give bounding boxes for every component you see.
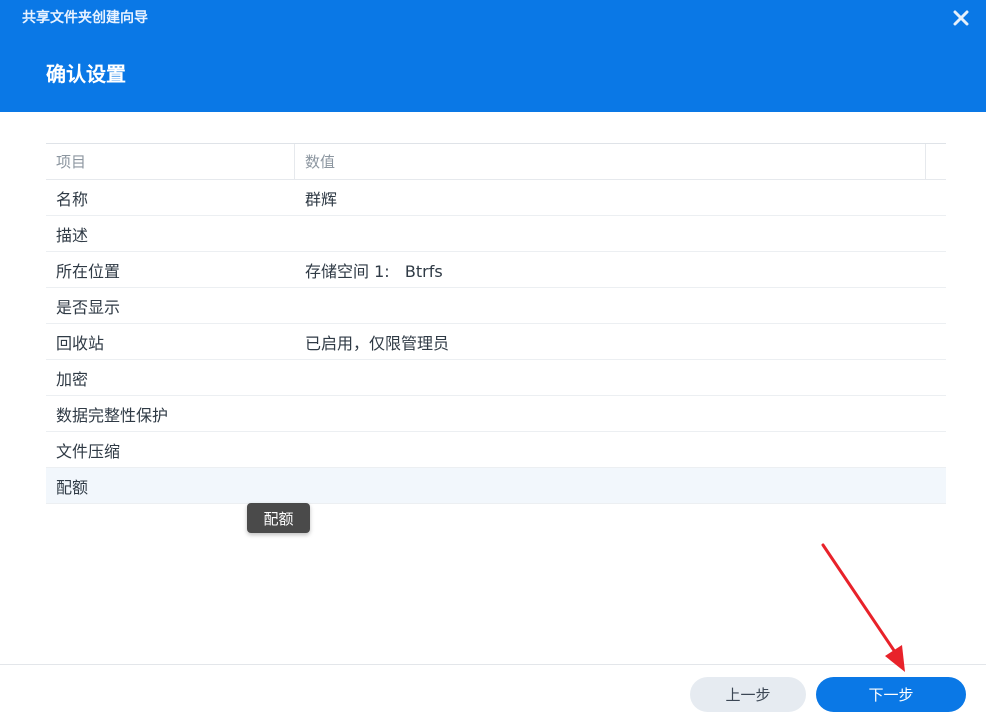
close-button[interactable] bbox=[948, 5, 974, 31]
row-value: 存储空间 1: Btrfs bbox=[305, 261, 443, 281]
column-header-spacer bbox=[926, 144, 946, 179]
row-key: 所在位置 bbox=[56, 261, 121, 281]
row-key: 配额 bbox=[56, 477, 89, 497]
next-button[interactable]: 下一步 bbox=[816, 677, 966, 712]
row-key: 回收站 bbox=[56, 333, 105, 353]
row-key: 文件压缩 bbox=[56, 441, 121, 461]
row-key: 名称 bbox=[56, 189, 89, 209]
row-key: 加密 bbox=[56, 369, 89, 389]
column-header-value[interactable]: 数值 bbox=[295, 144, 926, 179]
previous-button[interactable]: 上一步 bbox=[690, 677, 806, 712]
settings-grid: 项目 数值 名称 群辉 描述 所在位置 存储空间 1: Btrfs 是否显示 回… bbox=[46, 143, 946, 504]
table-row[interactable]: 回收站 已启用，仅限管理员 bbox=[46, 324, 946, 360]
table-row[interactable]: 是否显示 bbox=[46, 288, 946, 324]
row-key: 描述 bbox=[56, 225, 89, 245]
row-value bbox=[295, 360, 926, 395]
table-row[interactable]: 配额 bbox=[46, 468, 946, 504]
row-value bbox=[295, 288, 926, 323]
table-row[interactable]: 名称 群辉 bbox=[46, 180, 946, 216]
row-value: 群辉 bbox=[305, 189, 338, 209]
row-key: 是否显示 bbox=[56, 297, 121, 317]
row-value bbox=[295, 216, 926, 251]
table-row[interactable]: 描述 bbox=[46, 216, 946, 252]
table-row[interactable]: 所在位置 存储空间 1: Btrfs bbox=[46, 252, 946, 288]
annotation-arrow-shaft bbox=[821, 543, 897, 654]
footer-divider bbox=[0, 664, 986, 665]
table-row[interactable]: 加密 bbox=[46, 360, 946, 396]
window-title: 共享文件夹创建向导 bbox=[22, 10, 148, 26]
row-value bbox=[295, 396, 926, 431]
quota-tooltip: 配额 bbox=[247, 503, 310, 533]
table-row[interactable]: 文件压缩 bbox=[46, 432, 946, 468]
row-value bbox=[295, 468, 926, 503]
row-value bbox=[295, 432, 926, 467]
close-icon[interactable] bbox=[953, 10, 969, 26]
column-header-item[interactable]: 项目 bbox=[46, 144, 295, 179]
row-value: 已启用，仅限管理员 bbox=[305, 333, 450, 353]
annotation-arrow-head bbox=[885, 645, 905, 672]
grid-header: 项目 数值 bbox=[46, 144, 946, 180]
step-title: 确认设置 bbox=[46, 62, 126, 86]
wizard-header: 共享文件夹创建向导 确认设置 bbox=[0, 0, 986, 112]
row-key: 数据完整性保护 bbox=[56, 405, 169, 425]
table-row[interactable]: 数据完整性保护 bbox=[46, 396, 946, 432]
